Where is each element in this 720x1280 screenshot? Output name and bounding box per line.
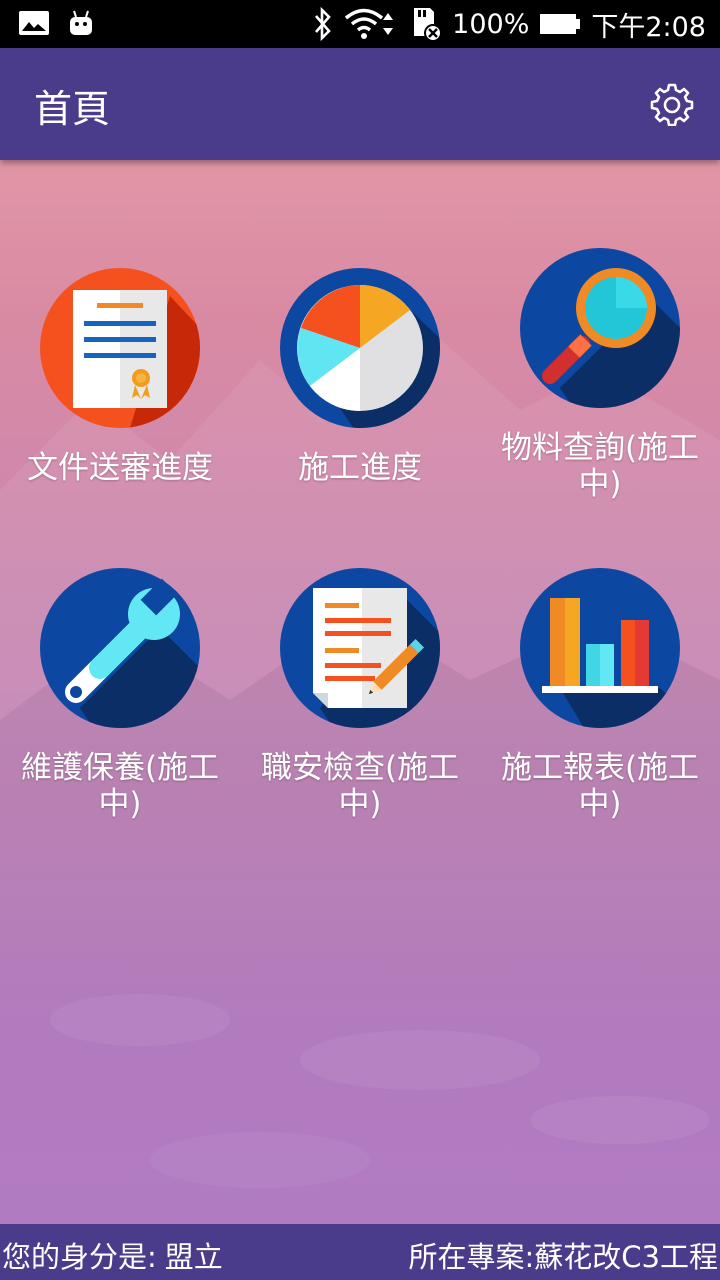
battery-icon bbox=[539, 12, 581, 36]
bar-chart-icon bbox=[520, 568, 680, 728]
role-label: 您的身分是: bbox=[2, 1240, 157, 1274]
wrench-icon bbox=[40, 568, 200, 728]
footer-bar: 您的身分是: 盟立 所在專案:蘇花改C3工程 bbox=[0, 1224, 720, 1280]
page-title: 首頁 bbox=[34, 87, 111, 131]
wifi-icon bbox=[344, 7, 398, 41]
sd-card-error-icon bbox=[408, 6, 443, 42]
gallery-icon bbox=[18, 9, 50, 37]
menu-item-label: 職安檢查(施工中) bbox=[260, 750, 460, 822]
menu-item-label: 施工進度 bbox=[298, 450, 422, 486]
app-bar: 首頁 bbox=[0, 48, 720, 160]
menu-item-label: 維護保養(施工中) bbox=[20, 750, 220, 822]
current-project: 所在專案:蘇花改C3工程 bbox=[408, 1240, 718, 1274]
document-certificate-icon bbox=[40, 268, 200, 428]
clock: 下午2:08 bbox=[591, 11, 706, 43]
settings-button[interactable] bbox=[650, 82, 694, 127]
pie-chart-icon bbox=[280, 268, 440, 428]
menu-item-label: 文件送審進度 bbox=[27, 450, 213, 486]
status-bar: 100% 下午2:08 bbox=[0, 0, 720, 48]
document-pencil-icon bbox=[280, 568, 440, 728]
user-role: 您的身分是: 盟立 bbox=[2, 1234, 223, 1276]
menu-item-label: 施工報表(施工中) bbox=[500, 750, 700, 822]
role-value: 盟立 bbox=[164, 1240, 223, 1274]
menu-item-label: 物料查詢(施工中) bbox=[500, 430, 700, 502]
gear-icon bbox=[650, 83, 694, 127]
bluetooth-icon bbox=[312, 7, 334, 41]
battery-percentage: 100% bbox=[452, 8, 530, 40]
magnifier-icon bbox=[520, 248, 680, 408]
android-icon bbox=[68, 9, 94, 37]
